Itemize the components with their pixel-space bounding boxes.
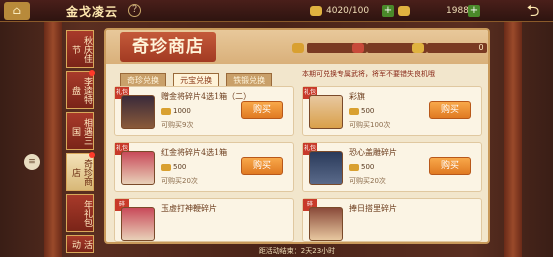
tab-red-dot bbox=[89, 70, 95, 76]
token-icon bbox=[412, 42, 424, 53]
item-name: 捧日搭里碎片 bbox=[349, 204, 397, 213]
item-name: 玉虚打神鞭碎片 bbox=[161, 204, 217, 213]
back-icon[interactable]: ⮌ bbox=[519, 1, 547, 21]
tab-year-gift[interactable]: 年礼包 bbox=[66, 194, 94, 232]
gold-resource: 4020/100 bbox=[310, 3, 369, 19]
chat-icon[interactable]: ≡ bbox=[24, 154, 40, 170]
shop-panel: 奇珍商店 0 0 0 奇珍兑换 元宝兑换 铁锻兑换 本期可兑换专属武将，将军不要… bbox=[104, 28, 490, 244]
item-thumbnail[interactable] bbox=[309, 151, 343, 185]
jade-value: 1988 bbox=[446, 6, 469, 16]
tab-red-dot bbox=[89, 152, 95, 158]
tab-three-kingdoms[interactable]: 相遇三国 bbox=[66, 112, 94, 150]
ingot-icon bbox=[161, 107, 171, 115]
shop-item-card: 礼包 彩旗 500 可购买100次 购买 bbox=[302, 86, 482, 136]
item-thumbnail[interactable] bbox=[121, 207, 155, 241]
tab-rare-exchange[interactable]: 奇珍兑换 bbox=[120, 73, 166, 87]
token-icon bbox=[352, 42, 364, 53]
add-jade-button[interactable]: + bbox=[468, 5, 480, 17]
shop-title: 奇珍商店 bbox=[120, 32, 216, 62]
item-thumbnail[interactable] bbox=[121, 95, 155, 129]
item-thumbnail[interactable] bbox=[309, 95, 343, 129]
tab-iron-exchange[interactable]: 铁锻兑换 bbox=[226, 73, 273, 87]
item-price: 500 bbox=[349, 107, 374, 115]
left-pillar bbox=[44, 22, 62, 257]
event-title: 金戈凌云 bbox=[66, 5, 119, 19]
shop-tabs: 奇珍兑换 元宝兑换 铁锻兑换 bbox=[120, 68, 274, 87]
item-name: 恐心盖雕碎片 bbox=[349, 148, 397, 157]
shop-item-card: 礼包 恐心盖雕碎片 500 可购买20次 购买 bbox=[302, 142, 482, 192]
item-price: 500 bbox=[349, 163, 374, 171]
event-sidebar: 秋庆佳节 李逵特盘 相遇三国 奇珍商店 年礼包 活动 bbox=[66, 30, 98, 256]
right-pillar bbox=[504, 22, 522, 257]
tab-li-kui[interactable]: 李逵特盘 bbox=[66, 70, 95, 109]
currency-3: 0 bbox=[412, 42, 487, 54]
tab-activity[interactable]: 活动 bbox=[66, 235, 94, 253]
tab-ingot-exchange[interactable]: 元宝兑换 bbox=[173, 73, 220, 87]
buy-button[interactable]: 购买 bbox=[429, 101, 471, 119]
ingot-icon bbox=[349, 107, 359, 115]
item-price: 500 bbox=[161, 163, 186, 171]
top-bar: ⌂ 金戈凌云 ? 4020/100 + 1988 + ⮌ bbox=[0, 0, 553, 22]
buy-button[interactable]: 购买 bbox=[241, 101, 283, 119]
item-name: 红金将碎片4选1箱 bbox=[161, 148, 228, 157]
gold-icon bbox=[310, 5, 322, 16]
home-icon[interactable]: ⌂ bbox=[4, 2, 30, 20]
item-limit: 可购买20次 bbox=[161, 177, 198, 185]
buy-button[interactable]: 购买 bbox=[429, 157, 471, 175]
item-thumbnail[interactable] bbox=[309, 207, 343, 241]
ingot-icon bbox=[161, 163, 171, 171]
tab-autumn-festival[interactable]: 秋庆佳节 bbox=[66, 30, 94, 68]
event-countdown: 距活动结束：2天23小时 bbox=[258, 247, 336, 255]
tab-rare-shop[interactable]: 奇珍商店 bbox=[66, 152, 95, 191]
add-gold-button[interactable]: + bbox=[382, 5, 394, 17]
buy-button[interactable]: 购买 bbox=[241, 157, 283, 175]
help-icon[interactable]: ? bbox=[128, 4, 141, 17]
shop-item-card: 碎 捧日搭里碎片 bbox=[302, 198, 482, 242]
token-icon bbox=[292, 42, 304, 53]
item-name: 彩旗 bbox=[349, 92, 365, 101]
shop-item-card: 礼包 红金将碎片4选1箱 500 可购买20次 购买 bbox=[114, 142, 294, 192]
shop-item-card: 礼包 赠金将碎片4选1箱（二） 1000 可购买9次 购买 bbox=[114, 86, 294, 136]
ingot-icon bbox=[349, 163, 359, 171]
item-limit: 可购买20次 bbox=[349, 177, 386, 185]
item-limit: 可购买9次 bbox=[161, 121, 194, 129]
jade-resource bbox=[398, 3, 414, 19]
item-limit: 可购买100次 bbox=[349, 121, 391, 129]
item-name: 赠金将碎片4选1箱（二） bbox=[161, 92, 252, 101]
jade-icon bbox=[398, 5, 410, 16]
item-price: 1000 bbox=[161, 107, 191, 115]
shop-item-card: 碎 玉虚打神鞭碎片 bbox=[114, 198, 294, 242]
item-thumbnail[interactable] bbox=[121, 151, 155, 185]
panel-header: 奇珍商店 0 0 0 bbox=[106, 30, 488, 64]
shop-notice: 本期可兑换专属武将，将军不要错失良机哦 bbox=[302, 70, 435, 78]
